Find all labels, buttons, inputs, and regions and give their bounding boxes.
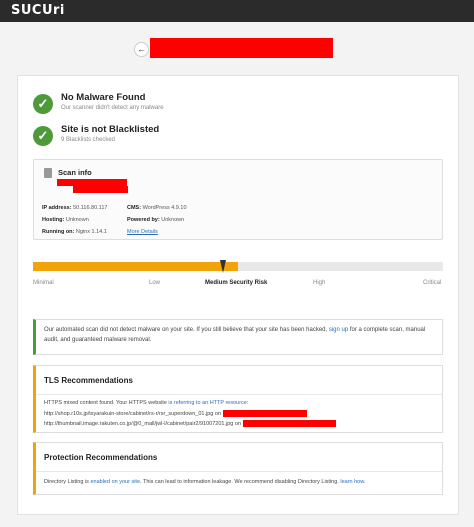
divider	[36, 471, 442, 472]
risk-bar-fill	[33, 262, 238, 271]
redacted-url	[222, 410, 307, 417]
status-title: Site is not Blacklisted	[61, 124, 160, 135]
protection-text: Directory Listing is enabled on your sit…	[44, 479, 365, 485]
status-subtitle: 9 Blacklists checked	[61, 137, 116, 143]
risk-label-minimal: Minimal	[33, 280, 54, 286]
http-resource-link[interactable]: is referring to an HTTP resource	[168, 400, 246, 406]
divider	[36, 394, 442, 395]
risk-marker-icon	[220, 260, 226, 273]
sucuri-logo[interactable]: SUCUri	[11, 3, 65, 18]
redacted-site	[73, 186, 128, 193]
risk-label-medium: Medium Security Risk	[205, 280, 268, 286]
notice-text: Our automated scan did not detect malwar…	[44, 327, 329, 333]
scan-info-title: Scan info	[58, 168, 92, 177]
tls-text-end: :	[246, 400, 249, 406]
ip-row: IP address: 50.116.80.117	[42, 205, 107, 211]
redacted-site	[57, 179, 127, 186]
tls-line-3: http://thumbnail.image.rakuten.co.jp/@0_…	[44, 420, 336, 427]
scan-notice: Our automated scan did not detect malwar…	[33, 319, 443, 355]
status-subtitle: Our scanner didn't detect any malware	[61, 105, 164, 111]
tls-text: HTTPS mixed content found. Your HTTPS we…	[44, 400, 169, 406]
results-panel: ✓ No Malware Found Our scanner didn't de…	[17, 75, 459, 515]
redacted-url	[150, 38, 333, 58]
powered-row: Powered by: Unknown	[127, 217, 184, 223]
hosting-row: Hosting: Unknown	[42, 217, 89, 223]
status-title: No Malware Found	[61, 92, 146, 103]
running-label: Running on:	[42, 229, 75, 235]
document-icon	[44, 168, 52, 178]
scan-info-box: Scan info IP address: 50.116.80.117 Host…	[33, 159, 443, 240]
risk-label-critical: Critical	[423, 280, 442, 286]
cms-label: CMS:	[127, 205, 142, 211]
tls-resource-url: http://shop.r10s.jp/tsyarakuin-store/cab…	[44, 410, 222, 417]
tls-resource-url: http://thumbnail.image.rakuten.co.jp/@0_…	[44, 420, 241, 427]
tls-line-1: HTTPS mixed content found. Your HTTPS we…	[44, 400, 248, 406]
protection-recommendations: Protection Recommendations Directory Lis…	[33, 442, 443, 495]
protection-text-mid: . This can lead to information leakage. …	[140, 479, 341, 485]
hosting-value: Unknown	[65, 217, 89, 223]
risk-label-high: High	[313, 280, 326, 286]
arrow-left-icon[interactable]: ←	[134, 42, 149, 57]
redacted-url	[242, 420, 336, 427]
cms-row: CMS: WordPress 4.9.10	[127, 205, 187, 211]
risk-bar	[33, 262, 443, 271]
running-row: Running on: Nginx 1.14.1	[42, 229, 107, 235]
sign-up-link[interactable]: sign up	[329, 327, 348, 333]
protection-text-start: Directory Listing is	[44, 479, 91, 485]
more-details-link[interactable]: More Details	[127, 229, 158, 235]
tls-title: TLS Recommendations	[44, 376, 133, 385]
directory-listing-link[interactable]: enabled on your site	[90, 479, 140, 485]
protection-title: Protection Recommendations	[44, 453, 158, 462]
tls-recommendations: TLS Recommendations HTTPS mixed content …	[33, 365, 443, 433]
ip-value: 50.116.80.117	[73, 205, 108, 211]
powered-value: Unknown	[161, 217, 185, 223]
risk-label-low: Low	[149, 280, 161, 286]
check-icon: ✓	[33, 94, 53, 114]
hosting-label: Hosting:	[42, 217, 65, 223]
powered-label: Powered by:	[127, 217, 160, 223]
top-bar: SUCUri	[0, 0, 474, 22]
check-icon: ✓	[33, 126, 53, 146]
tls-line-2: http://shop.r10s.jp/tsyarakuin-store/cab…	[44, 410, 307, 417]
running-value: Nginx 1.14.1	[75, 229, 107, 235]
learn-how-link[interactable]: learn how.	[340, 479, 365, 485]
ip-label: IP address:	[42, 205, 72, 211]
cms-value: WordPress 4.9.10	[142, 205, 187, 211]
